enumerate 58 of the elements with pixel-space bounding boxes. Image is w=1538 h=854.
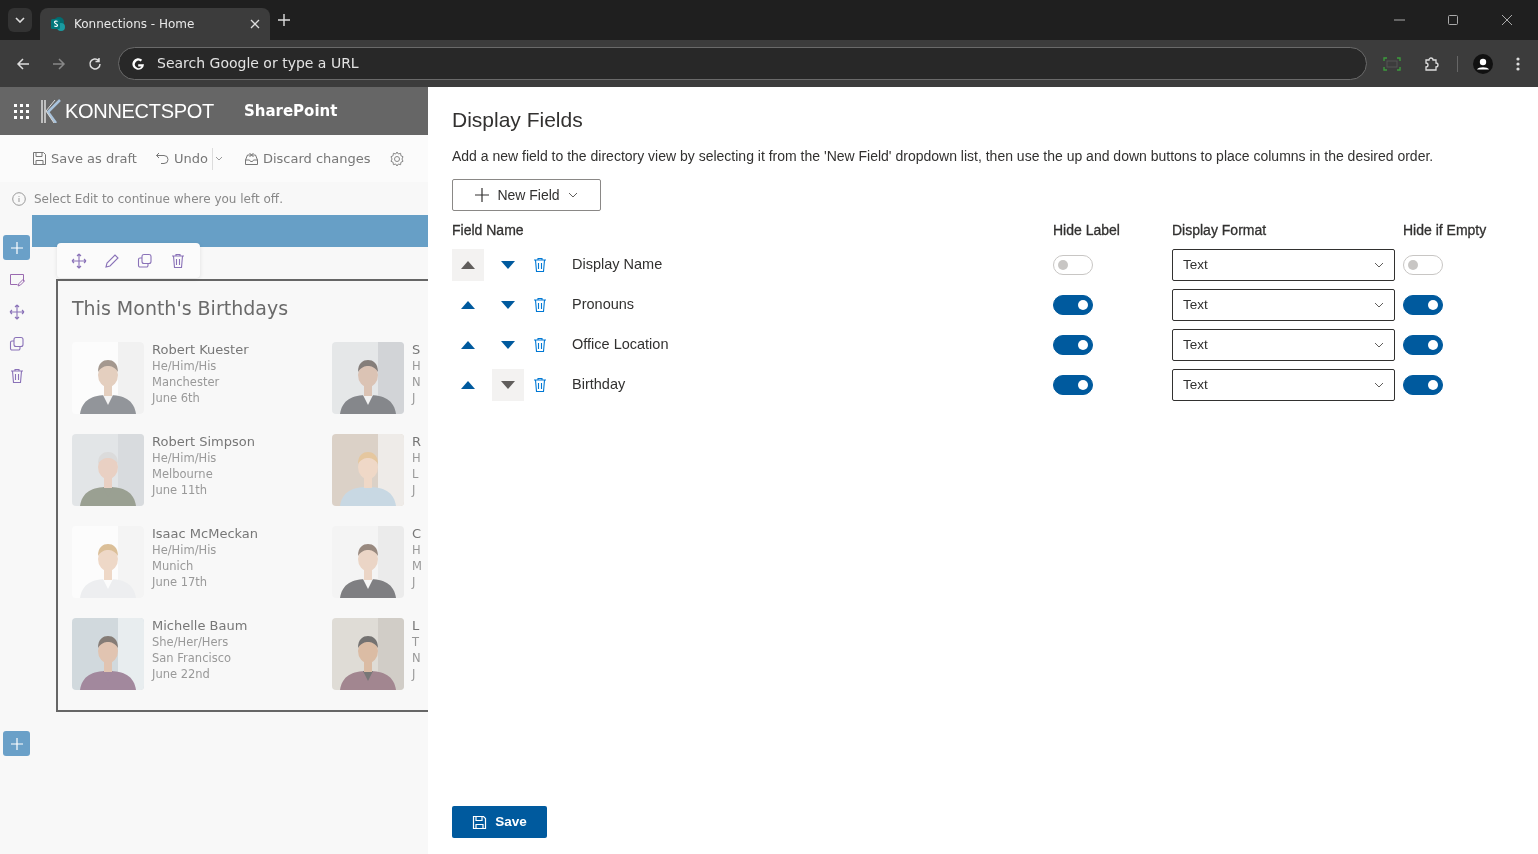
- person-location: M: [412, 557, 422, 574]
- display-format-dropdown[interactable]: Text: [1172, 369, 1395, 402]
- person-birthday: June 11th: [152, 481, 209, 498]
- tab-title: Konnections - Home: [74, 16, 196, 33]
- display-format-dropdown[interactable]: Text: [1172, 249, 1395, 282]
- person-pronouns: H: [412, 449, 422, 466]
- address-field[interactable]: Search Google or type a URL: [118, 47, 1367, 80]
- display-format-dropdown[interactable]: Text: [1172, 289, 1395, 322]
- person-name: Robert Simpson: [152, 433, 255, 450]
- person-location: Manchester: [152, 373, 221, 390]
- app-name: SharePoint: [243, 100, 338, 122]
- person-birthday: June 22nd: [152, 665, 211, 682]
- discard-changes-button[interactable]: Discard changes: [243, 148, 371, 169]
- person-pronouns: He/Him/His: [152, 541, 218, 558]
- webpart-title: This Month's Birthdays: [72, 297, 290, 320]
- person-pronouns: She/Her/Hers: [152, 633, 230, 650]
- column-header: Display Format: [1172, 220, 1268, 240]
- column-header: Hide Label: [1053, 220, 1121, 240]
- person-name: Michelle Baum: [152, 617, 248, 634]
- person-location: N: [412, 373, 421, 390]
- panel-description: Add a new field to the directory view by selecting it from the 'New Field' dropdown list, then use the up and down buttons to place columns in the desired order.: [452, 147, 1435, 167]
- person-location: Munich: [152, 557, 195, 574]
- browser-tab[interactable]: Konnections - Home: [40, 8, 270, 40]
- person-name: R: [412, 433, 422, 450]
- person-name: S: [412, 341, 421, 358]
- person-name: L: [412, 617, 421, 634]
- panel-title: Display Fields: [452, 107, 584, 133]
- display-format-dropdown[interactable]: Text: [1172, 329, 1395, 362]
- person-pronouns: T: [412, 633, 421, 650]
- field-name: Display Name: [572, 255, 663, 275]
- person-name: C: [412, 525, 422, 542]
- column-header: Field Name: [452, 220, 525, 240]
- person-name: Robert Kuester: [152, 341, 249, 358]
- person-pronouns: He/Him/His: [152, 357, 218, 374]
- save-draft-button[interactable]: Save as draft: [32, 148, 137, 169]
- field-name: Pronouns: [572, 295, 635, 315]
- new-field-button[interactable]: New Field: [452, 179, 601, 212]
- person-birthday: June 17th: [152, 573, 209, 590]
- column-header: Hide if Empty: [1403, 220, 1488, 240]
- person-location: San Francisco: [152, 649, 232, 666]
- person-pronouns: He/Him/His: [152, 449, 218, 466]
- person-location: N: [412, 649, 421, 666]
- person-birthday: J: [412, 389, 417, 406]
- person-birthday: J: [412, 665, 417, 682]
- person-birthday: J: [412, 481, 417, 498]
- person-birthday: J: [412, 573, 417, 590]
- person-pronouns: H: [412, 357, 421, 374]
- field-name: Office Location: [572, 335, 669, 355]
- person-pronouns: H: [412, 541, 422, 558]
- person-location: Melbourne: [152, 465, 214, 482]
- save-button[interactable]: Save: [452, 806, 547, 838]
- person-name: Isaac McMeckan: [152, 525, 259, 542]
- person-birthday: June 6th: [152, 389, 201, 406]
- field-name: Birthday: [572, 375, 626, 395]
- logo-text: KONNECTSPOT: [65, 99, 214, 124]
- person-location: L: [412, 465, 420, 482]
- undo-button[interactable]: Undo: [154, 148, 208, 169]
- info-message: Select Edit to continue where you left off.: [34, 190, 283, 208]
